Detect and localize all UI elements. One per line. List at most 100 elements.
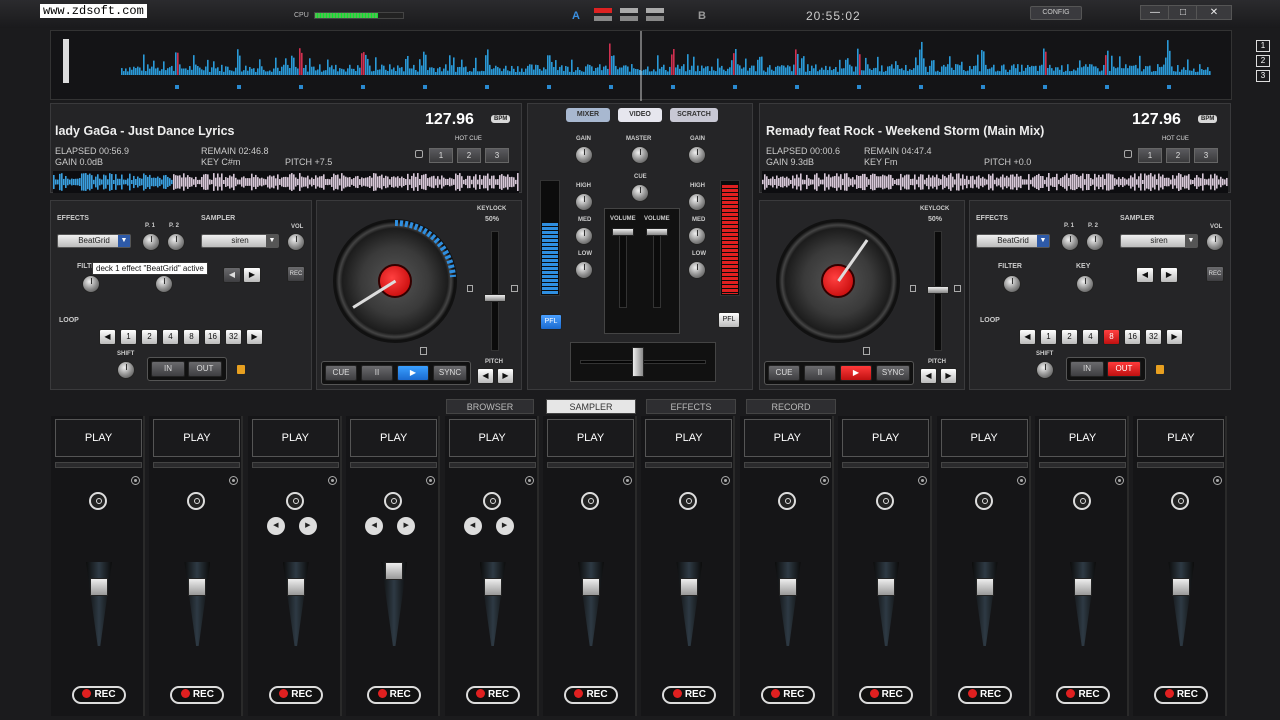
power-icon[interactable] [679,492,698,510]
loop-16-button[interactable]: 16 [1124,329,1141,345]
tab-mixer[interactable]: MIXER [566,108,610,122]
pfl-right-button[interactable]: PFL [718,312,740,328]
pitch-up-button[interactable]: ▶ [497,368,514,384]
sampler-volume-fader[interactable] [385,562,404,580]
sampler-volume-track[interactable] [479,562,506,646]
power-icon[interactable] [285,492,304,510]
loop-next-button[interactable]: ▶ [246,329,263,345]
sampler-volume-fader[interactable] [877,578,896,596]
loop-2-button[interactable]: 2 [1061,329,1078,345]
tab-scratch[interactable]: SCRATCH [670,108,718,122]
sampler-loop-icon[interactable] [131,476,140,485]
lock-icon[interactable] [467,285,473,292]
sampler-play-button[interactable]: PLAY [940,419,1028,457]
pfl-left-button[interactable]: PFL [540,314,562,330]
pitch-reset-icon[interactable] [954,285,961,292]
sampler-vol-knob[interactable] [1206,233,1224,251]
sampler-play-button[interactable]: PLAY [251,419,339,457]
sampler-volume-fader[interactable] [188,578,207,596]
key-knob[interactable] [155,275,173,293]
deck-right-waveform[interactable] [762,171,1228,193]
power-icon[interactable] [1073,492,1091,510]
lock-icon[interactable] [420,347,427,355]
sampler-rec-button[interactable]: REC [1206,266,1224,282]
play-button[interactable]: ▶ [840,365,872,381]
maximize-button[interactable]: □ [1168,5,1198,20]
sampler-rec-button[interactable]: REC [859,686,914,704]
waveform-overview[interactable]: 1 2 3 [50,30,1270,101]
sampler-volume-fader[interactable] [286,578,305,596]
sampler-rec-button[interactable]: REC [465,686,520,704]
shift-knob[interactable] [117,361,135,379]
hot-cue-3[interactable]: 3 [1194,148,1218,163]
hot-cue-1[interactable]: 1 [1138,148,1162,163]
sampler-rec-button[interactable]: REC [367,686,422,704]
lock-icon[interactable] [863,347,870,355]
effect-param-2-knob[interactable] [167,233,185,251]
sampler-select[interactable]: siren ▼ [201,234,279,248]
tab-browser[interactable]: BROWSER [446,399,534,414]
shift-knob[interactable] [1036,361,1054,379]
effect-select[interactable]: BeatGrid ▼ [57,234,131,248]
cue-mix-knob[interactable] [631,184,649,202]
close-button[interactable]: ✕ [1196,5,1232,20]
pitch-reset-icon[interactable] [511,285,518,292]
power-icon[interactable] [777,492,796,510]
loop-out-button[interactable]: OUT [1107,361,1141,377]
play-button[interactable]: ▶ [397,365,429,381]
key-knob[interactable] [1076,275,1094,293]
tab-record[interactable]: RECORD [746,399,836,414]
sampler-prev-icon[interactable]: ◀ [266,517,285,535]
sampler-play-button[interactable]: PLAY [55,419,142,457]
sampler-play-button[interactable]: PLAY [1137,419,1225,457]
volume-left-track[interactable] [619,228,627,308]
sampler-volume-fader[interactable] [680,578,699,596]
sampler-volume-track[interactable] [873,562,900,646]
tab-sampler[interactable]: SAMPLER [546,399,636,414]
sampler-rec-button[interactable]: REC [1056,686,1110,704]
sampler-rec-button[interactable]: REC [957,686,1012,704]
loop-2-button[interactable]: 2 [141,329,158,345]
sampler-loop-icon[interactable] [1115,476,1124,485]
sampler-volume-track[interactable] [184,562,211,646]
effect-param-1-knob[interactable] [142,233,160,251]
sampler-loop-icon[interactable] [819,476,829,485]
pitch-slider-track[interactable] [491,231,499,351]
sampler-rec-button[interactable]: REC [1154,686,1209,704]
gain-right-knob[interactable] [688,146,706,164]
power-icon[interactable] [876,492,895,510]
sampler-rec-button[interactable]: REC [662,686,717,704]
hot-cue-1[interactable]: 1 [429,148,453,163]
sampler-volume-fader[interactable] [582,578,600,596]
high-left-knob[interactable] [575,193,593,211]
effect-select[interactable]: BeatGrid ▼ [976,234,1050,248]
sampler-volume-fader[interactable] [778,578,797,596]
loop-32-button[interactable]: 32 [225,329,242,345]
lock-icon[interactable] [1124,150,1132,158]
hot-cue-2[interactable]: 2 [457,148,481,163]
power-icon[interactable] [89,492,107,510]
sync-button[interactable]: SYNC [433,365,467,381]
jog-wheel[interactable] [776,219,900,343]
loop-1-button[interactable]: 1 [120,329,137,345]
sampler-play-button[interactable]: PLAY [842,419,930,457]
pitch-slider-handle[interactable] [927,286,949,294]
sampler-prev-button[interactable]: ◀ [223,267,241,283]
loop-32-button[interactable]: 32 [1145,329,1162,345]
bpm-button[interactable]: BPM [491,115,511,123]
power-icon[interactable] [482,492,501,510]
pitch-slider-handle[interactable] [484,294,506,302]
loop-next-button[interactable]: ▶ [1166,329,1183,345]
sampler-loop-icon[interactable] [327,476,337,485]
master-knob[interactable] [631,146,649,164]
volume-left-fader[interactable] [612,228,634,236]
sampler-volume-track[interactable] [774,562,801,646]
loop-4-button[interactable]: 4 [162,329,179,345]
loop-in-button[interactable]: IN [1070,361,1104,377]
sampler-vol-knob[interactable] [287,233,305,251]
pitch-down-button[interactable]: ◀ [477,368,494,384]
loop-8-button[interactable]: 8 [183,329,200,345]
sampler-rec-button[interactable]: REC [268,686,323,704]
sampler-volume-track[interactable] [971,562,998,646]
sampler-loop-icon[interactable] [721,476,731,485]
